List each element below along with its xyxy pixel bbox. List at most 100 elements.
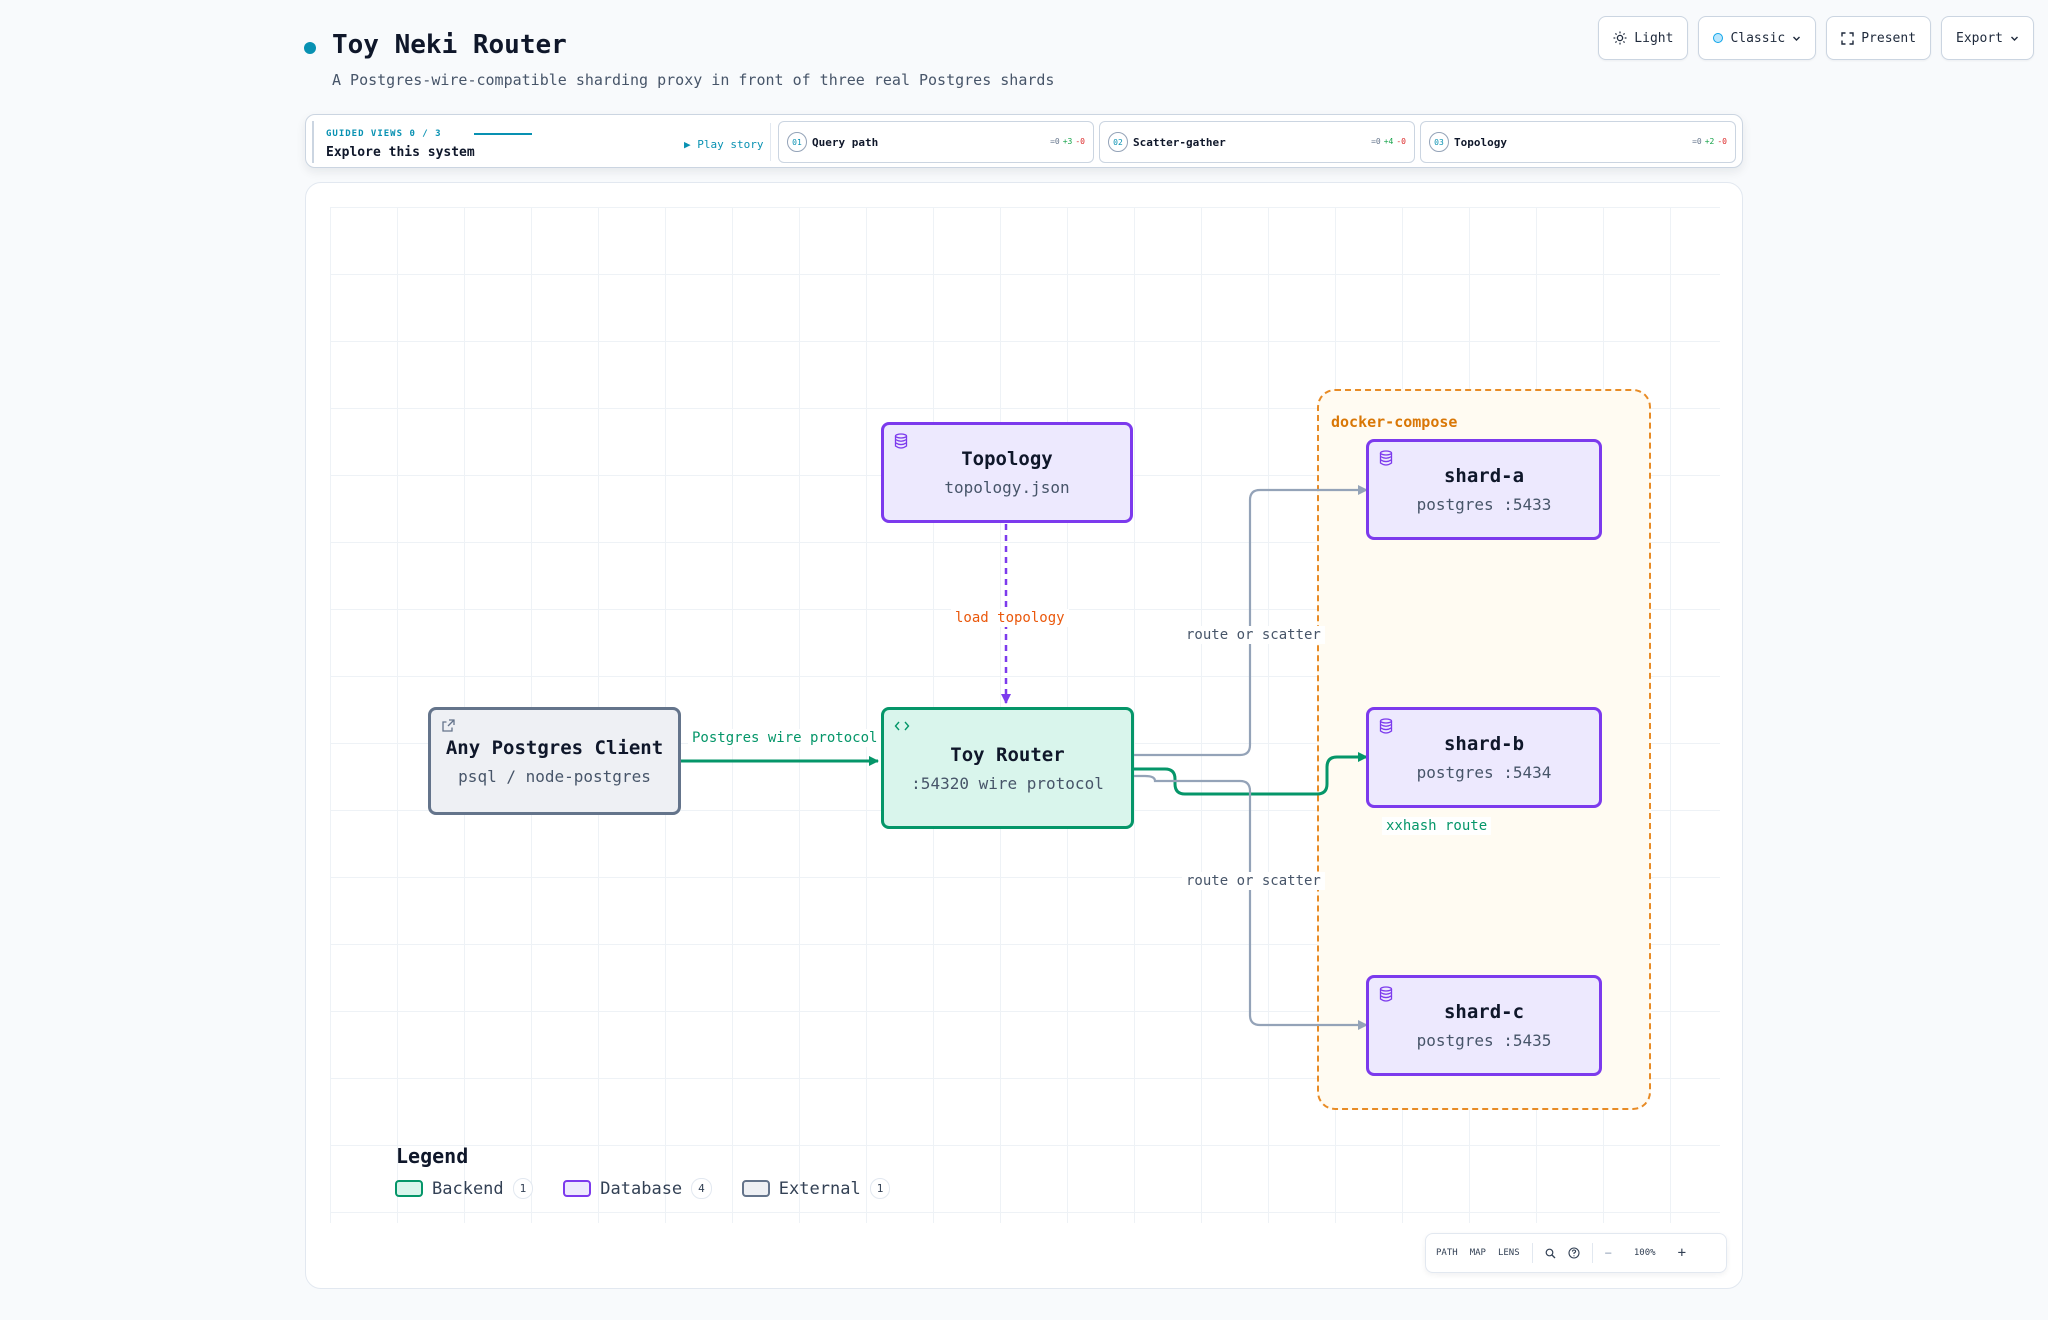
guided-view-number: 01 [787,132,807,152]
stat-added: +4 [1383,137,1394,146]
database-icon [1379,986,1393,1006]
node-title: Any Postgres Client [445,736,664,759]
guided-views-bar: GUIDED VIEWS 0 / 3 Explore this system ▶… [305,114,1743,168]
legend-count: 4 [691,1178,712,1199]
stat-removed: -0 [1717,137,1727,146]
database-icon [1379,450,1393,470]
guided-view-label: Query path [812,136,879,149]
theme-button[interactable]: Light [1598,16,1689,60]
map-button[interactable]: MAP [1470,1248,1486,1258]
stat-added: +2 [1704,137,1715,146]
theme-button-label: Light [1634,30,1674,46]
search-icon[interactable] [1545,1244,1556,1263]
node-toy-router[interactable]: Toy Router :54320 wire protocol [881,707,1134,829]
code-icon [894,718,910,737]
export-dropdown-label: Export [1956,30,2003,46]
legend-swatch [395,1180,423,1197]
zoom-out-button[interactable]: − [1605,1246,1612,1260]
edge-label-load-topology: load topology [951,609,1069,627]
guided-view-stats: =0 +4 -0 [1371,137,1406,146]
stat-removed: -0 [1396,137,1406,146]
edge-label-route-scatter-c: route or scatter [1182,872,1325,890]
node-title: shard-b [1443,733,1525,755]
path-button[interactable]: PATH [1436,1248,1458,1258]
external-link-icon [441,718,456,737]
legend-swatch [741,1180,770,1197]
node-title: Topology [961,448,1053,470]
page-title: Toy Neki Router [332,30,567,60]
legend-swatch [563,1180,592,1197]
legend-title: Legend [396,1144,469,1168]
group-label: docker-compose [1331,413,1458,431]
guided-intro: GUIDED VIEWS 0 / 3 Explore this system ▶… [312,121,772,163]
guided-progress-line [474,133,532,135]
legend-label: Database [600,1178,683,1199]
guided-view-label: Topology [1454,136,1507,149]
sun-icon [1613,31,1627,45]
guided-view-label: Scatter-gather [1133,136,1226,149]
edge-label-wire-protocol: Postgres wire protocol [688,729,882,747]
legend-count: 1 [869,1178,891,1199]
guided-view-query-path[interactable]: 01 Query path =0 +3 -0 [778,121,1094,163]
status-dot [304,42,316,54]
help-icon[interactable] [1568,1244,1580,1263]
present-button-label: Present [1861,30,1917,46]
node-shard-a[interactable]: shard-a postgres :5433 [1366,439,1602,540]
style-swatch-icon [1713,33,1724,43]
toolbar-divider [1591,1243,1593,1263]
legend-item-backend[interactable]: Backend 1 [395,1178,534,1199]
guided-view-number: 03 [1429,132,1449,152]
play-story-button[interactable]: ▶ Play story [684,138,763,151]
node-title: shard-a [1443,465,1525,487]
page-subtitle: A Postgres-wire-compatible sharding prox… [332,71,1055,89]
stat-unchanged: =0 [1050,137,1060,146]
stat-removed: -0 [1075,137,1085,146]
node-title: Toy Router [950,743,1065,766]
chevron-down-icon [2010,34,2019,43]
top-toolbar: Light Classic Present Export [1598,16,2034,60]
node-title: shard-c [1443,1001,1525,1023]
database-icon [894,433,908,453]
legend-item-database[interactable]: Database 4 [563,1178,712,1199]
database-icon [1379,718,1393,738]
legend-label: External [778,1178,861,1199]
node-subtitle: topology.json [944,478,1070,497]
style-dropdown-label: Classic [1730,30,1786,46]
legend-label: Backend [432,1178,504,1199]
guided-view-scatter-gather[interactable]: 02 Scatter-gather =0 +4 -0 [1099,121,1415,163]
guided-view-stats: =0 +3 -0 [1050,137,1085,146]
legend: Backend 1 Database 4 External 1 [395,1178,891,1199]
node-subtitle: postgres :5433 [1416,495,1552,514]
stat-unchanged: =0 [1692,137,1702,146]
guided-view-topology[interactable]: 03 Topology =0 +2 -0 [1420,121,1736,163]
edge-label-xxhash-route: xxhash route [1382,817,1492,835]
guided-kicker: GUIDED VIEWS 0 / 3 [326,129,442,139]
lens-button[interactable]: LENS [1498,1248,1520,1258]
node-shard-c[interactable]: shard-c postgres :5435 [1366,975,1602,1076]
chevron-down-icon [1792,34,1801,43]
edge-label-route-scatter-a: route or scatter [1182,626,1325,644]
canvas-toolbar: PATH MAP LENS − 100% + [1425,1233,1727,1273]
present-button[interactable]: Present [1826,16,1932,60]
guided-view-stats: =0 +2 -0 [1692,137,1727,146]
export-dropdown[interactable]: Export [1941,16,2034,60]
node-subtitle: psql / node-postgres [458,766,651,786]
stat-unchanged: =0 [1371,137,1381,146]
zoom-in-button[interactable]: + [1678,1245,1686,1261]
stat-added: +3 [1062,137,1073,146]
zoom-level: 100% [1633,1248,1656,1258]
node-shard-b[interactable]: shard-b postgres :5434 [1366,707,1602,808]
node-topology[interactable]: Topology topology.json [881,422,1133,523]
toolbar-divider [1531,1243,1533,1263]
guided-divider [770,123,771,161]
legend-item-external[interactable]: External 1 [741,1178,891,1199]
fullscreen-icon [1841,31,1854,45]
style-dropdown[interactable]: Classic [1698,16,1817,60]
node-subtitle: :54320 wire protocol [911,773,1104,793]
node-postgres-client[interactable]: Any Postgres Client psql / node-postgres [428,707,681,815]
node-subtitle: postgres :5435 [1416,1031,1552,1050]
legend-count: 1 [512,1178,534,1199]
guided-heading: Explore this system [326,145,475,160]
node-subtitle: postgres :5434 [1416,763,1552,782]
guided-view-number: 02 [1108,132,1128,152]
